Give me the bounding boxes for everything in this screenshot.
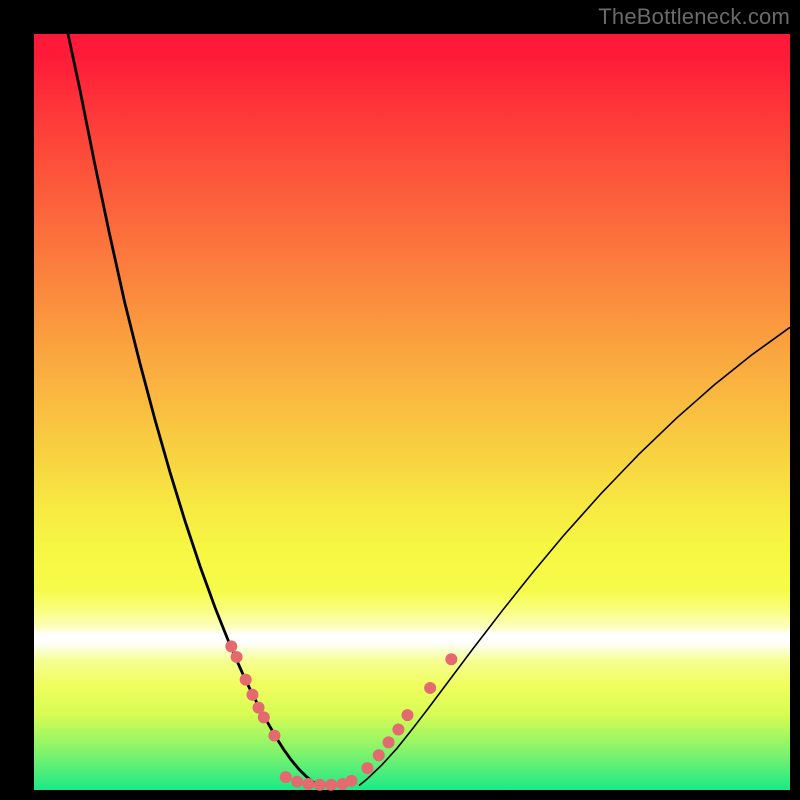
data-marker: [445, 653, 457, 665]
data-marker: [280, 771, 292, 783]
data-marker: [291, 776, 303, 788]
data-marker: [314, 779, 326, 791]
curve-left: [68, 34, 321, 787]
data-marker: [383, 736, 395, 748]
data-marker: [325, 779, 337, 791]
data-marker: [373, 749, 385, 761]
data-marker: [258, 711, 270, 723]
chart-frame: TheBottleneck.com: [0, 0, 800, 800]
watermark-text: TheBottleneck.com: [598, 4, 790, 30]
plot-area: [34, 34, 790, 790]
data-marker: [361, 762, 373, 774]
data-marker: [231, 651, 243, 663]
chart-svg: [34, 34, 790, 790]
data-marker: [392, 724, 404, 736]
data-marker: [225, 640, 237, 652]
data-marker: [246, 689, 258, 701]
data-marker: [424, 682, 436, 694]
data-marker: [346, 775, 358, 787]
data-marker: [268, 730, 280, 742]
data-marker: [401, 709, 413, 721]
data-marker: [240, 674, 252, 686]
curve-right: [359, 327, 790, 785]
data-marker: [302, 778, 314, 790]
